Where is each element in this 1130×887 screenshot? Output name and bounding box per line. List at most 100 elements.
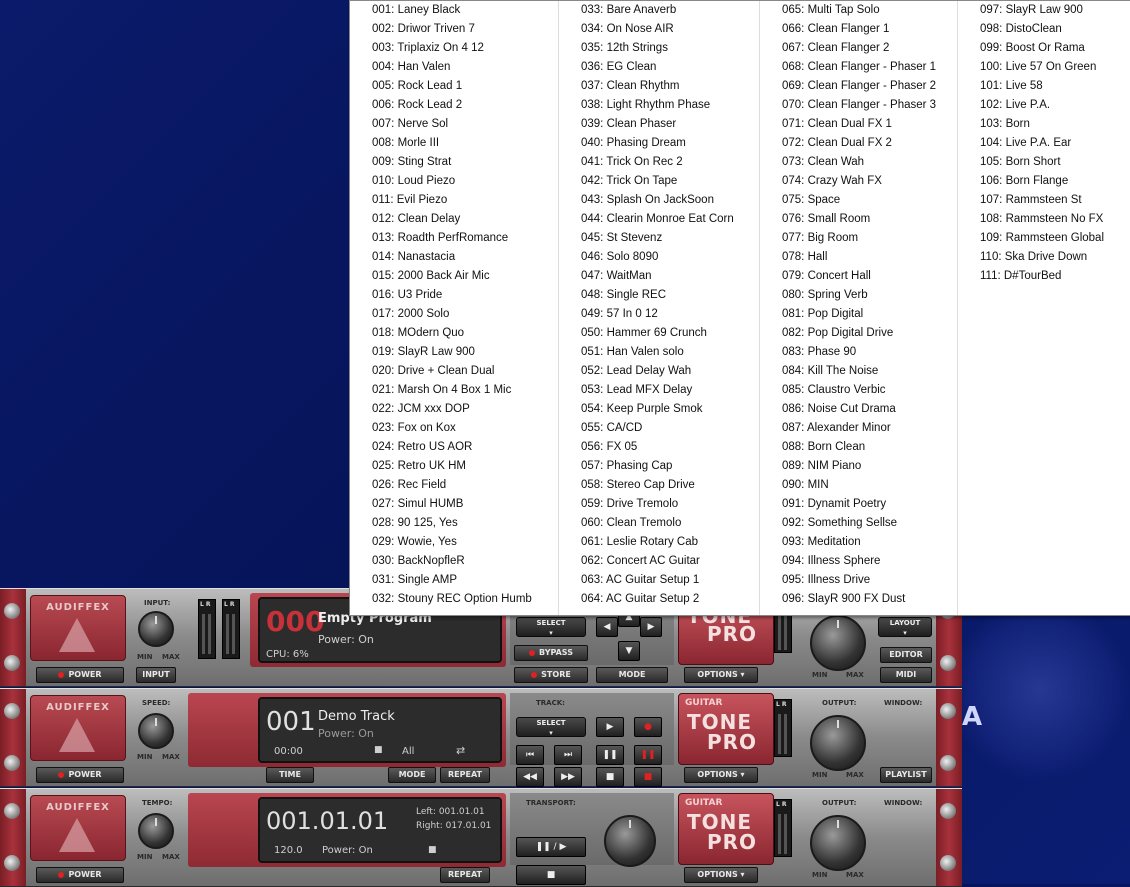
preset-menu-item[interactable]: 010: Loud Piezo bbox=[350, 175, 558, 194]
next-button[interactable]: ⏭ bbox=[554, 745, 582, 765]
preset-menu-item[interactable]: 107: Rammsteen St bbox=[958, 194, 1130, 213]
preset-menu-item[interactable]: 065: Multi Tap Solo bbox=[760, 4, 957, 23]
preset-menu-item[interactable]: 097: SlayR Law 900 bbox=[958, 4, 1130, 23]
preset-menu-item[interactable]: 061: Leslie Rotary Cab bbox=[559, 536, 759, 555]
editor-button[interactable]: EDITOR bbox=[880, 647, 932, 663]
preset-menu-item[interactable]: 023: Fox on Kox bbox=[350, 422, 558, 441]
output-knob[interactable] bbox=[810, 715, 866, 771]
play-pause-button[interactable]: ❚❚ / ▶ bbox=[516, 837, 586, 857]
preset-menu-item[interactable]: 019: SlayR Law 900 bbox=[350, 346, 558, 365]
preset-menu-item[interactable]: 051: Han Valen solo bbox=[559, 346, 759, 365]
preset-menu-item[interactable]: 029: Wowie, Yes bbox=[350, 536, 558, 555]
options-button[interactable]: OPTIONS ▾ bbox=[684, 767, 758, 783]
nav-left-button[interactable]: ◀ bbox=[596, 617, 618, 637]
preset-menu-item[interactable]: 110: Ska Drive Down bbox=[958, 251, 1130, 270]
playlist-button[interactable]: PLAYLIST bbox=[880, 767, 932, 783]
preset-menu-item[interactable]: 006: Rock Lead 2 bbox=[350, 99, 558, 118]
preset-menu-item[interactable]: 106: Born Flange bbox=[958, 175, 1130, 194]
preset-menu-item[interactable]: 052: Lead Delay Wah bbox=[559, 365, 759, 384]
record-pause-button[interactable]: ❚❚ bbox=[634, 745, 662, 765]
input-knob[interactable] bbox=[138, 611, 174, 647]
preset-menu-item[interactable]: 083: Phase 90 bbox=[760, 346, 957, 365]
preset-menu-item[interactable]: 030: BackNopfleR bbox=[350, 555, 558, 574]
preset-menu-item[interactable]: 057: Phasing Cap bbox=[559, 460, 759, 479]
preset-menu-item[interactable]: 032: Stouny REC Option Humb bbox=[350, 593, 558, 612]
preset-menu-item[interactable]: 075: Space bbox=[760, 194, 957, 213]
preset-menu-item[interactable]: 071: Clean Dual FX 1 bbox=[760, 118, 957, 137]
preset-menu-item[interactable]: 001: Laney Black bbox=[350, 4, 558, 23]
power-button[interactable]: POWER bbox=[36, 667, 124, 683]
preset-menu-item[interactable]: 063: AC Guitar Setup 1 bbox=[559, 574, 759, 593]
stop-button[interactable]: ■ bbox=[516, 865, 586, 885]
preset-menu-item[interactable]: 055: CA/CD bbox=[559, 422, 759, 441]
preset-menu-item[interactable]: 059: Drive Tremolo bbox=[559, 498, 759, 517]
preset-menu-item[interactable]: 017: 2000 Solo bbox=[350, 308, 558, 327]
preset-menu-item[interactable]: 084: Kill The Noise bbox=[760, 365, 957, 384]
preset-menu-item[interactable]: 060: Clean Tremolo bbox=[559, 517, 759, 536]
preset-menu-item[interactable]: 046: Solo 8090 bbox=[559, 251, 759, 270]
stop-button[interactable]: ■ bbox=[596, 767, 624, 787]
preset-menu-item[interactable]: 102: Live P.A. bbox=[958, 99, 1130, 118]
preset-menu-item[interactable]: 022: JCM xxx DOP bbox=[350, 403, 558, 422]
preset-menu-item[interactable]: 090: MIN bbox=[760, 479, 957, 498]
preset-menu-item[interactable]: 018: MOdern Quo bbox=[350, 327, 558, 346]
options-button[interactable]: OPTIONS ▾ bbox=[684, 667, 758, 683]
preset-menu-item[interactable]: 100: Live 57 On Green bbox=[958, 61, 1130, 80]
output-knob[interactable] bbox=[810, 815, 866, 871]
nav-down-button[interactable]: ▼ bbox=[618, 641, 640, 661]
preset-menu-item[interactable]: 011: Evil Piezo bbox=[350, 194, 558, 213]
preset-menu-item[interactable]: 098: DistoClean bbox=[958, 23, 1130, 42]
preset-menu-item[interactable]: 014: Nanastacia bbox=[350, 251, 558, 270]
preset-menu-item[interactable]: 104: Live P.A. Ear bbox=[958, 137, 1130, 156]
output-knob[interactable] bbox=[810, 615, 866, 671]
preset-menu-item[interactable]: 044: Clearin Monroe Eat Corn bbox=[559, 213, 759, 232]
nav-right-button[interactable]: ▶ bbox=[640, 617, 662, 637]
preset-menu-item[interactable]: 080: Spring Verb bbox=[760, 289, 957, 308]
record-button[interactable]: ● bbox=[634, 717, 662, 737]
preset-menu-item[interactable]: 003: Triplaxiz On 4 12 bbox=[350, 42, 558, 61]
preset-menu-item[interactable]: 081: Pop Digital bbox=[760, 308, 957, 327]
preset-menu-item[interactable]: 002: Driwor Triven 7 bbox=[350, 23, 558, 42]
fast-forward-button[interactable]: ▶▶ bbox=[554, 767, 582, 787]
preset-menu-item[interactable]: 093: Meditation bbox=[760, 536, 957, 555]
preset-menu-item[interactable]: 062: Concert AC Guitar bbox=[559, 555, 759, 574]
speed-knob[interactable] bbox=[138, 713, 174, 749]
preset-menu-item[interactable]: 077: Big Room bbox=[760, 232, 957, 251]
play-button[interactable]: ▶ bbox=[596, 717, 624, 737]
preset-menu-item[interactable]: 004: Han Valen bbox=[350, 61, 558, 80]
track-select-button[interactable]: SELECT ▾ bbox=[516, 717, 586, 737]
repeat-button[interactable]: REPEAT bbox=[440, 767, 490, 783]
preset-menu-item[interactable]: 108: Rammsteen No FX bbox=[958, 213, 1130, 232]
preset-menu-item[interactable]: 078: Hall bbox=[760, 251, 957, 270]
preset-menu-item[interactable]: 021: Marsh On 4 Box 1 Mic bbox=[350, 384, 558, 403]
preset-menu-item[interactable]: 007: Nerve Sol bbox=[350, 118, 558, 137]
pause-button[interactable]: ❚❚ bbox=[596, 745, 624, 765]
rewind-button[interactable]: ◀◀ bbox=[516, 767, 544, 787]
preset-menu-item[interactable]: 008: Morle III bbox=[350, 137, 558, 156]
preset-menu-item[interactable]: 089: NIM Piano bbox=[760, 460, 957, 479]
preset-menu-item[interactable]: 047: WaitMan bbox=[559, 270, 759, 289]
preset-menu-item[interactable]: 073: Clean Wah bbox=[760, 156, 957, 175]
preset-menu-item[interactable]: 103: Born bbox=[958, 118, 1130, 137]
preset-menu-item[interactable]: 026: Rec Field bbox=[350, 479, 558, 498]
preset-menu-item[interactable]: 095: Illness Drive bbox=[760, 574, 957, 593]
time-button[interactable]: TIME bbox=[266, 767, 314, 783]
layout-button[interactable]: LAYOUT ▾ bbox=[878, 617, 932, 637]
preset-menu-item[interactable]: 035: 12th Strings bbox=[559, 42, 759, 61]
store-button[interactable]: STORE bbox=[514, 667, 588, 683]
input-button[interactable]: INPUT bbox=[136, 667, 176, 683]
preset-menu-item[interactable]: 038: Light Rhythm Phase bbox=[559, 99, 759, 118]
preset-menu-item[interactable]: 049: 57 In 0 12 bbox=[559, 308, 759, 327]
options-button[interactable]: OPTIONS ▾ bbox=[684, 867, 758, 883]
mode-button[interactable]: MODE bbox=[388, 767, 436, 783]
midi-button[interactable]: MIDI bbox=[880, 667, 932, 683]
preset-menu-item[interactable]: 039: Clean Phaser bbox=[559, 118, 759, 137]
preset-menu-item[interactable]: 025: Retro UK HM bbox=[350, 460, 558, 479]
preset-menu-item[interactable]: 096: SlayR 900 FX Dust bbox=[760, 593, 957, 612]
preset-menu-item[interactable]: 013: Roadth PerfRomance bbox=[350, 232, 558, 251]
preset-menu-item[interactable]: 031: Single AMP bbox=[350, 574, 558, 593]
preset-menu-item[interactable]: 079: Concert Hall bbox=[760, 270, 957, 289]
preset-menu-item[interactable]: 048: Single REC bbox=[559, 289, 759, 308]
preset-menu-item[interactable]: 094: Illness Sphere bbox=[760, 555, 957, 574]
select-button[interactable]: SELECT ▾ bbox=[516, 617, 586, 637]
